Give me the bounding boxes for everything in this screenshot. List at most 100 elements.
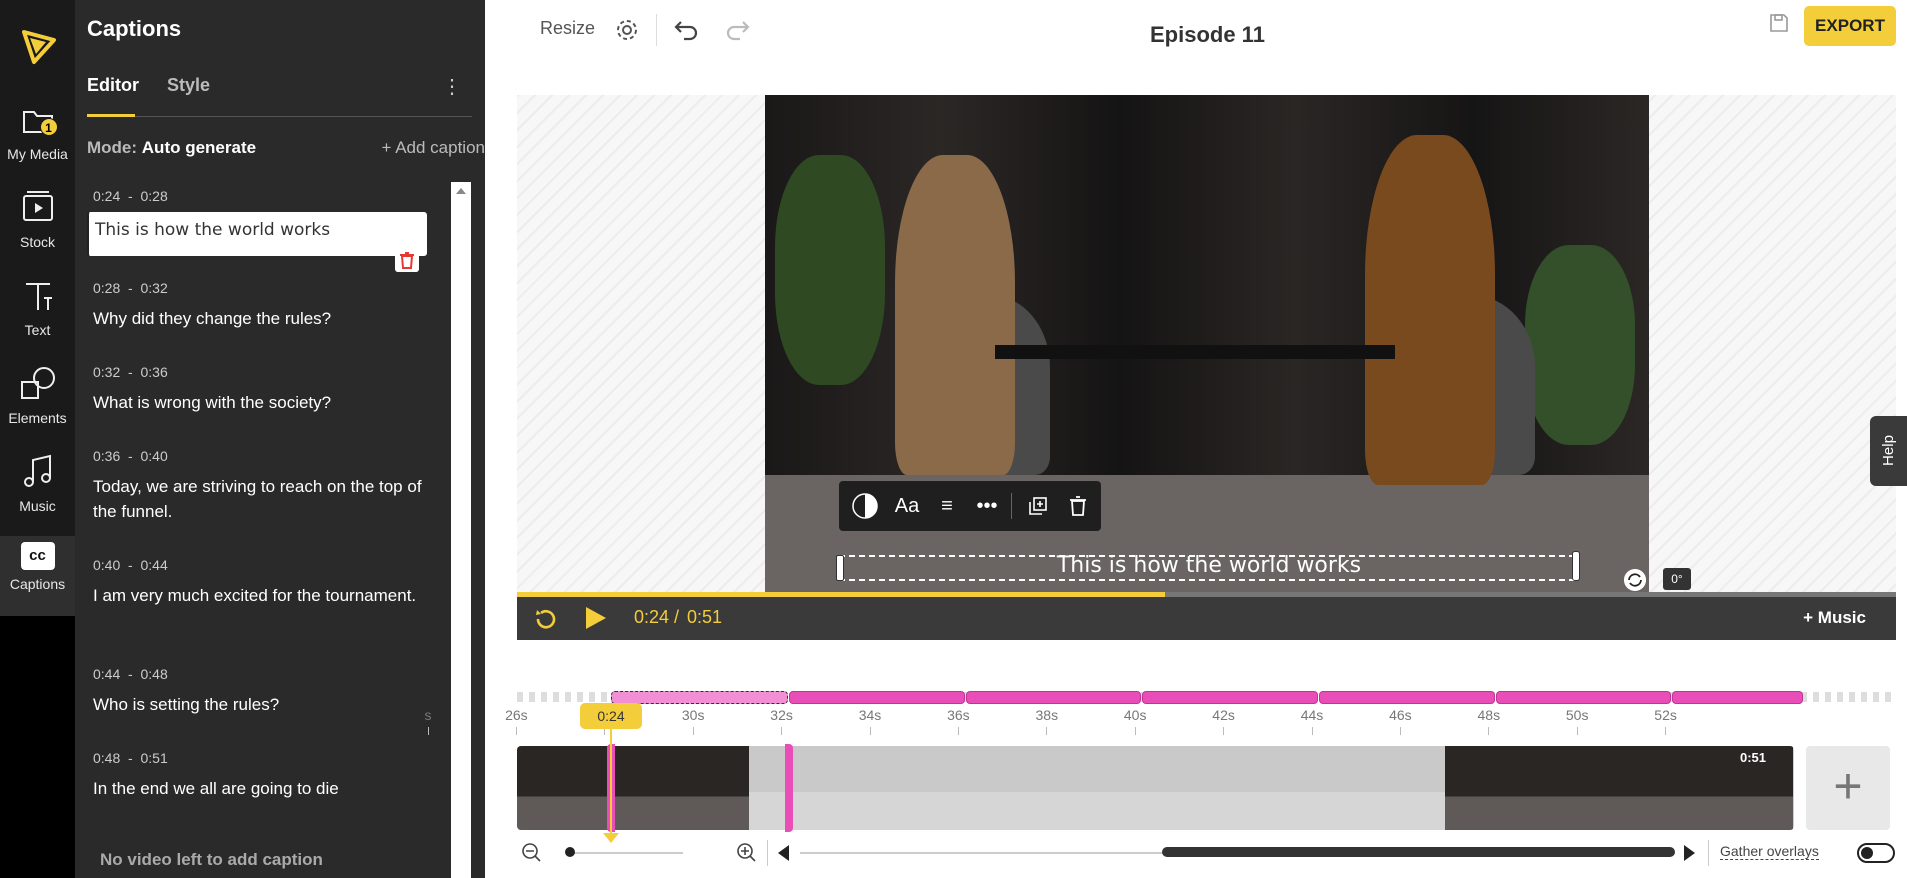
caption-item[interactable]: 0:32 - 0:36 What is wrong with the socie… [93, 364, 433, 415]
caption-item[interactable]: 0:44 - 0:48 Who is setting the rules? [93, 666, 433, 717]
ruler-tick-mark [1046, 727, 1048, 735]
font-icon[interactable]: Aa [887, 481, 927, 531]
scroll-left-icon[interactable] [778, 845, 789, 861]
caption-text: Why did they change the rules? [93, 309, 332, 328]
save-icon[interactable] [1768, 12, 1790, 34]
rotation-angle-badge: 0° [1663, 568, 1691, 590]
rail-item-captions[interactable]: cc Captions [0, 536, 75, 616]
tab-editor[interactable]: Editor [87, 75, 139, 96]
ruler-tick-label: 26s [505, 707, 528, 723]
gear-icon[interactable] [614, 17, 640, 43]
rotate-icon[interactable] [1624, 569, 1646, 591]
redo-icon[interactable] [724, 17, 752, 43]
align-icon[interactable]: ≡ [927, 481, 967, 531]
caption-item[interactable]: 0:28 - 0:32 Why did they change the rule… [93, 280, 433, 331]
scroll-right-icon[interactable] [1684, 845, 1695, 861]
gather-overlays-label[interactable]: Gather overlays [1720, 843, 1819, 860]
caption-time: 0:32 - 0:36 [93, 364, 433, 380]
zoom-in-icon[interactable] [736, 842, 756, 862]
add-caption-button[interactable]: + Add caption [381, 138, 485, 158]
rail-item-my-media[interactable]: 1 My Media [0, 100, 75, 180]
add-music-button[interactable]: + Music [1803, 608, 1866, 628]
caption-time: 0:40 - 0:44 [93, 557, 433, 573]
cc-icon: cc [20, 542, 55, 570]
resize-button[interactable]: Resize [540, 18, 595, 39]
zoom-out-icon[interactable] [521, 842, 541, 862]
caption-time: 0:28 - 0:32 [93, 280, 433, 296]
add-clip-button[interactable]: + [1806, 746, 1890, 830]
playhead-line[interactable] [610, 729, 612, 833]
export-button[interactable]: EXPORT [1804, 6, 1896, 46]
playhead-time[interactable]: 0:24 [580, 703, 642, 729]
logo-icon [22, 30, 56, 64]
timeline-scroll-thumb[interactable] [1162, 847, 1675, 857]
caption-item[interactable]: 0:48 - 0:51 In the end we all are going … [93, 750, 433, 801]
mode-row: Mode: Auto generate + Add caption [87, 138, 485, 158]
caption-item[interactable]: 0:36 - 0:40 Today, we are striving to re… [93, 448, 433, 524]
delete-caption-icon[interactable] [395, 248, 419, 272]
caption-overlay-box[interactable]: This is how the world works [836, 551, 1580, 581]
replay-icon[interactable] [533, 606, 559, 632]
mode-value[interactable]: Auto generate [142, 138, 256, 157]
ruler-tick-label: 30s [681, 707, 705, 723]
ruler-tick-mark [1134, 727, 1136, 735]
ruler-tick-mark [1488, 727, 1490, 735]
tab-style[interactable]: Style [167, 75, 210, 96]
clip-thumbnail [1329, 746, 1387, 830]
rail-item-music[interactable]: Music [0, 452, 75, 532]
duplicate-icon[interactable] [1019, 481, 1057, 531]
clip-thumbnail [1387, 746, 1445, 830]
caption-segment[interactable] [1672, 691, 1803, 704]
caption-segment[interactable] [966, 691, 1141, 704]
caption-time-sep: - [128, 188, 133, 204]
caption-toolbar: Aa ≡ ••• [839, 481, 1101, 531]
rail-item-text[interactable]: Text [0, 276, 75, 356]
caption-text: Who is setting the rules? [93, 695, 280, 714]
caption-start: 0:28 [93, 280, 121, 296]
ruler-tick-label: s [424, 707, 432, 723]
color-contrast-icon[interactable] [845, 481, 885, 531]
rail-item-elements[interactable]: Elements [0, 364, 75, 444]
ruler-tick-label: 36s [947, 707, 970, 723]
folder-icon: 1 [18, 100, 58, 140]
caption-start: 0:40 [93, 557, 121, 573]
gather-overlays-toggle[interactable] [1857, 843, 1895, 863]
caption-segment[interactable] [1142, 691, 1318, 704]
ruler-tick-label: 34s [858, 707, 882, 723]
clip-thumbnail [1155, 746, 1213, 830]
zoom-slider-knob[interactable] [565, 847, 575, 857]
caption-segment[interactable] [1496, 691, 1671, 704]
selected-clip-range[interactable] [607, 744, 793, 832]
more-icon[interactable]: ••• [965, 481, 1009, 531]
help-tab[interactable]: Help [1870, 416, 1907, 486]
zoom-slider-track[interactable] [566, 852, 683, 854]
trash-icon[interactable] [1059, 481, 1097, 531]
toolbar-divider [1011, 493, 1012, 519]
caption-segment[interactable] [789, 691, 965, 704]
clip-thumbnail [1561, 746, 1619, 830]
more-options-icon[interactable]: ⋮ [442, 77, 462, 97]
rail-item-stock[interactable]: Stock [0, 188, 75, 268]
clip-thumbnail [1619, 746, 1677, 830]
clip-thumbnail [1097, 746, 1155, 830]
man-figure [895, 155, 1015, 475]
playhead-marker[interactable] [603, 833, 619, 843]
clip-thumbnail [517, 746, 575, 830]
caption-text-input[interactable]: This is how the world works [87, 212, 427, 256]
scroll-up-icon[interactable] [456, 188, 466, 194]
caption-list-scrollbar[interactable] [451, 182, 471, 878]
caption-time-sep: - [128, 557, 133, 573]
ruler-tick-mark [1223, 727, 1225, 735]
caption-segment[interactable] [1319, 691, 1495, 704]
caption-overlay-text: This is how the world works [1056, 553, 1362, 578]
resize-handle-right[interactable] [1572, 551, 1580, 581]
play-icon[interactable] [586, 607, 606, 629]
time-separator: / [674, 607, 680, 627]
caption-item[interactable]: 0:40 - 0:44 I am very much excited for t… [93, 557, 433, 608]
media-count-badge: 1 [39, 118, 58, 136]
project-title[interactable]: Episode 11 [1150, 22, 1265, 48]
ruler-tick-mark [1665, 727, 1667, 735]
resize-handle-left[interactable] [836, 555, 844, 581]
undo-icon[interactable] [672, 17, 700, 43]
ruler-tick-mark [692, 727, 694, 735]
